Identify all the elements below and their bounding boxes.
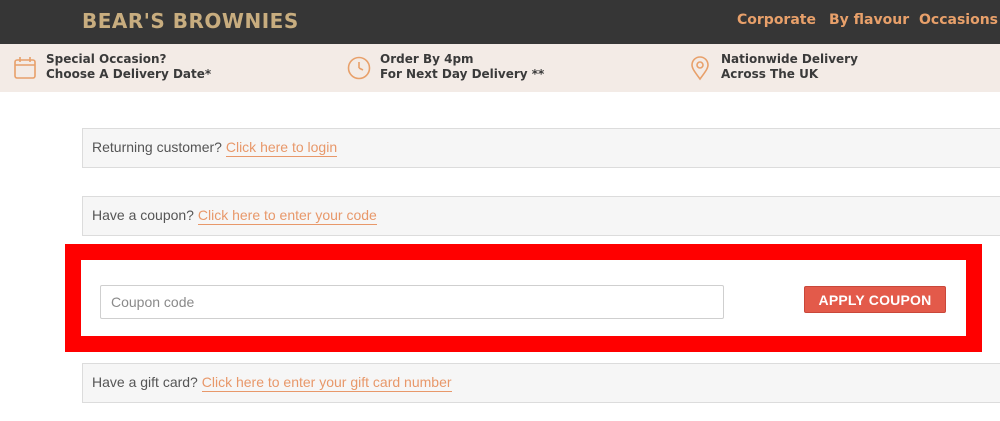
info-bar: Special Occasion? Choose A Delivery Date…	[0, 44, 1000, 92]
site-logo[interactable]: BEAR'S BROWNIES	[82, 9, 299, 33]
login-link[interactable]: Click here to login	[225, 139, 338, 157]
coupon-notice-text: Have a coupon?	[92, 207, 194, 223]
info-line-1: Nationwide Delivery	[721, 52, 858, 66]
info-line-2: For Next Day Delivery **	[380, 67, 545, 81]
location-pin-icon	[691, 56, 709, 81]
info-line-1: Special Occasion?	[46, 52, 167, 66]
login-notice-text: Returning customer?	[92, 139, 222, 155]
giftcard-link[interactable]: Click here to enter your gift card numbe…	[201, 374, 452, 392]
giftcard-notice-text: Have a gift card?	[92, 374, 198, 390]
coupon-code-input[interactable]	[100, 285, 724, 319]
coupon-notice: Have a coupon? Click here to enter your …	[82, 196, 1000, 236]
login-notice: Returning customer? Click here to login	[82, 128, 1000, 168]
info-line-2: Across The UK	[721, 67, 819, 81]
nav-by-flavour[interactable]: By flavour	[829, 12, 909, 28]
enter-coupon-link[interactable]: Click here to enter your code	[197, 207, 377, 225]
calendar-icon	[14, 57, 36, 79]
clock-icon	[347, 56, 371, 80]
info-line-2: Choose A Delivery Date*	[46, 67, 212, 81]
apply-coupon-button[interactable]: APPLY COUPON	[804, 286, 946, 313]
info-line-1: Order By 4pm	[380, 52, 474, 66]
nav-occasions[interactable]: Occasions	[919, 12, 998, 28]
giftcard-notice: Have a gift card? Click here to enter yo…	[82, 363, 1000, 403]
site-header: BEAR'S BROWNIES Corporate By flavour Occ…	[0, 0, 1000, 44]
nav-corporate[interactable]: Corporate	[737, 12, 816, 28]
